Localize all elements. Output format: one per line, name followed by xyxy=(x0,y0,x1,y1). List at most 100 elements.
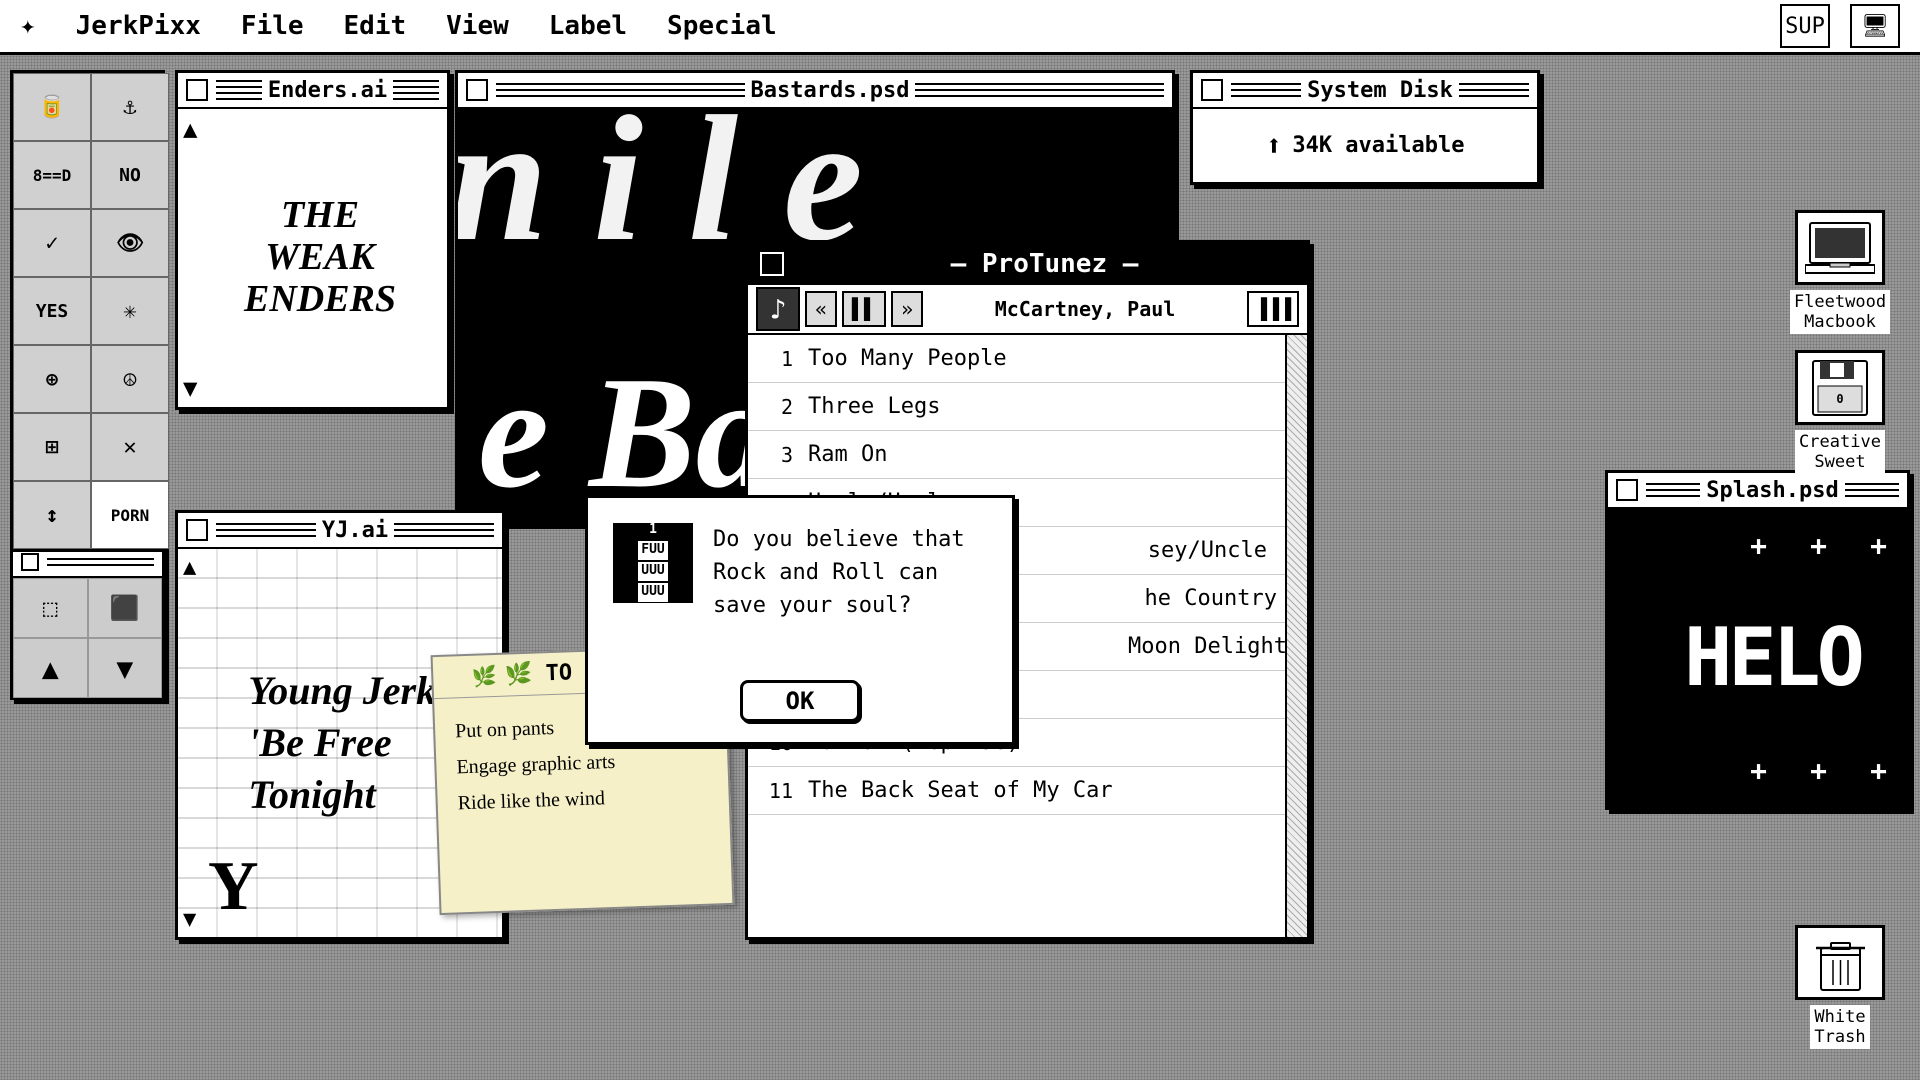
protunez-close-box[interactable] xyxy=(760,252,784,276)
track-row-3[interactable]: 3 Ram On xyxy=(748,431,1307,479)
windows-layer: 🥫 ⚓ 8==D NO ✓ 👁 YES ✳ ⊕ ☮ ⊞ ✕ ↕ PORN End… xyxy=(0,55,1920,1080)
enders-line1: THE xyxy=(244,195,396,237)
dialog-buttons: OK xyxy=(588,680,1012,742)
tool-yes[interactable]: YES xyxy=(13,277,91,345)
sup-icon-box[interactable]: SUP xyxy=(1780,4,1830,48)
protunez-scrollbar[interactable] xyxy=(1285,335,1307,937)
track-row-1[interactable]: 1 Too Many People xyxy=(748,335,1307,383)
forward-btn[interactable]: » xyxy=(891,291,923,327)
toolbox2-window: ⬚ ⬛ ▲ ▼ xyxy=(10,545,165,700)
enders-scroll-down[interactable]: ▼ xyxy=(183,374,197,402)
tool2-item1[interactable]: ⬚ xyxy=(13,578,88,638)
menu-edit[interactable]: Edit xyxy=(344,11,407,41)
tool2-scroll-down[interactable]: ▼ xyxy=(88,638,163,698)
yj-titlebar[interactable]: YJ.ai xyxy=(178,513,502,549)
tool-peace[interactable]: ☮ xyxy=(91,345,169,413)
yj-scroll-up[interactable]: ▲ xyxy=(183,555,196,580)
tool-eye[interactable]: 👁 xyxy=(91,209,169,277)
tool2-scroll-up[interactable]: ▲ xyxy=(13,638,88,698)
splash-plus-6: + xyxy=(1750,754,1767,787)
yj-title: YJ.ai xyxy=(322,518,388,543)
menu-view[interactable]: View xyxy=(446,11,509,41)
track-title-1: Too Many People xyxy=(808,346,1007,371)
bastards-grip-area: Bastards.psd xyxy=(496,73,1164,107)
splash-content: + + + + + + HELO xyxy=(1608,509,1907,807)
sysdisk-close[interactable] xyxy=(1201,79,1223,101)
bastards-grip-left xyxy=(496,79,745,101)
grip-line-2 xyxy=(216,86,262,88)
menu-special[interactable]: Special xyxy=(667,11,777,41)
grip-line-5 xyxy=(393,80,439,82)
menubar: ✦ JerkPixx File Edit View Label Special … xyxy=(0,0,1920,55)
bastards-titlebar[interactable]: Bastards.psd xyxy=(458,73,1172,109)
tool-8d[interactable]: 8==D xyxy=(13,141,91,209)
track-row-2[interactable]: 2 Three Legs xyxy=(748,383,1307,431)
dialog-content: 1 FUU UUU UUU Do you believe that Rock a… xyxy=(588,498,1012,680)
splash-titlebar[interactable]: Splash.psd xyxy=(1608,473,1907,509)
protunez-titlebar[interactable]: – ProTunez – xyxy=(748,243,1307,285)
tool-x[interactable]: ✕ xyxy=(91,413,169,481)
splash-window: Splash.psd ▲ ▼ + + + + + + HELO xyxy=(1605,470,1910,810)
toolbox-main: 🥫 ⚓ 8==D NO ✓ 👁 YES ✳ ⊕ ☮ ⊞ ✕ ↕ PORN xyxy=(10,70,165,552)
grip-line-1 xyxy=(216,80,262,82)
sysdisk-arrow: ⬆ xyxy=(1265,129,1282,162)
dialog-icon-line2: FUU xyxy=(638,541,667,560)
enders-close[interactable] xyxy=(186,79,208,101)
dialog-ok-button[interactable]: OK xyxy=(740,680,860,722)
splash-plus-4: + xyxy=(1870,754,1887,787)
menu-label[interactable]: Label xyxy=(549,11,627,41)
splash-scroll-up[interactable]: ▲ xyxy=(1613,515,1626,540)
yj-close[interactable] xyxy=(186,519,208,541)
bastards-close[interactable] xyxy=(466,79,488,101)
toolbox2-titlebar[interactable] xyxy=(13,548,162,578)
menu-file[interactable]: File xyxy=(241,11,304,41)
tool-check[interactable]: ✓ xyxy=(13,209,91,277)
monitor-icon-box[interactable]: 🖥 xyxy=(1850,4,1900,48)
tool-updown[interactable]: ↕ xyxy=(13,481,91,549)
tool-anchor[interactable]: ⚓ xyxy=(91,73,169,141)
track-title-3: Ram On xyxy=(808,442,887,467)
music-icon: ♪ xyxy=(756,287,800,331)
splash-scroll-down[interactable]: ▼ xyxy=(1613,777,1626,802)
splash-plus-3: + xyxy=(1750,529,1767,562)
tool-asterisk[interactable]: ✳ xyxy=(91,277,169,345)
tool-crosshair[interactable]: ⊕ xyxy=(13,345,91,413)
enders-scroll-up[interactable]: ▲ xyxy=(183,115,197,143)
protunez-controls: ♪ « ▌▌ » McCartney, Paul ▐▐▐ xyxy=(748,285,1307,335)
yj-line1: Young Jerks xyxy=(248,665,451,717)
track-title-2: Three Legs xyxy=(808,394,940,419)
protunez-artist: McCartney, Paul xyxy=(928,297,1242,321)
creative-icon[interactable]: 0 CreativeSweet xyxy=(1775,350,1905,474)
monitor-icon: 🖥 xyxy=(1861,14,1889,39)
apple-menu[interactable]: ✦ xyxy=(20,11,36,41)
fleetwood-icon[interactable]: FleetwoodMacbook xyxy=(1775,210,1905,334)
enders-titlebar[interactable]: Enders.ai xyxy=(178,73,447,109)
track-num-2: 2 xyxy=(763,395,793,419)
dialog-icon-line3: UUU xyxy=(638,562,667,581)
svg-text:0: 0 xyxy=(1836,392,1843,406)
sysdisk-content: ⬆ 34K available xyxy=(1193,109,1537,182)
tool-porn[interactable]: PORN xyxy=(91,481,169,549)
yj-text: Young Jerks 'Be Free Tonight xyxy=(248,665,451,821)
enders-content: THE WEAK ENDERS xyxy=(178,109,447,407)
tool-grid[interactable]: ⊞ xyxy=(13,413,91,481)
creative-icon-img: 0 xyxy=(1795,350,1885,425)
bastards-title: Bastards.psd xyxy=(751,78,910,103)
track-title-7: Moon Delight xyxy=(1128,634,1287,659)
sysdisk-titlebar[interactable]: System Disk xyxy=(1193,73,1537,109)
yj-text-container: Young Jerks 'Be Free Tonight xyxy=(248,665,451,821)
protunez-volume-icon[interactable]: ▐▐▐ xyxy=(1247,291,1299,327)
yj-scroll-down[interactable]: ▼ xyxy=(183,907,196,932)
tool2-item2[interactable]: ⬛ xyxy=(88,578,163,638)
track-row-11[interactable]: 11 The Back Seat of My Car xyxy=(748,767,1307,815)
whitetrash-icon[interactable]: WhiteTrash xyxy=(1775,925,1905,1049)
tool-cylinder[interactable]: 🥫 xyxy=(13,73,91,141)
rewind-btn[interactable]: « xyxy=(805,291,837,327)
tool-no[interactable]: NO xyxy=(91,141,169,209)
grip-line-4 xyxy=(216,98,262,100)
enders-line3: ENDERS xyxy=(244,279,396,321)
toolbox2-close[interactable] xyxy=(21,553,39,571)
track-title-6: he Country xyxy=(1145,586,1277,611)
pause-btn[interactable]: ▌▌ xyxy=(842,291,886,327)
splash-close[interactable] xyxy=(1616,479,1638,501)
